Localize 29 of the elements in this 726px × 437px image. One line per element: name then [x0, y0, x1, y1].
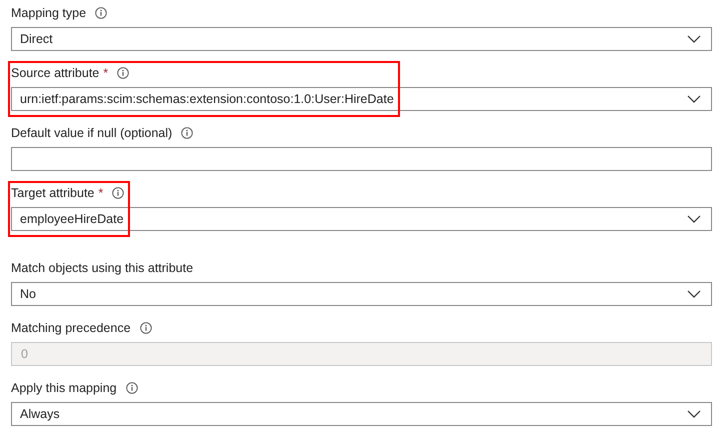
chevron-down-icon [687, 35, 701, 43]
field-label: Source attribute [11, 64, 100, 82]
selected-value: Direct [20, 30, 53, 48]
selected-value: employeeHireDate [20, 210, 124, 228]
text-field[interactable] [11, 147, 712, 171]
info-icon[interactable] [117, 67, 130, 79]
dropdown[interactable]: Direct [11, 27, 712, 51]
field-label: Default value if null (optional) [11, 124, 172, 142]
field-label: Mapping type [11, 4, 86, 22]
dropdown[interactable]: No [11, 282, 712, 306]
info-icon[interactable] [112, 187, 124, 199]
field-label: Target attribute [11, 184, 94, 202]
field-label: Matching precedence [11, 320, 131, 337]
chevron-down-icon [687, 290, 701, 298]
field-label: Apply this mapping [11, 380, 117, 397]
info-icon[interactable] [181, 127, 194, 139]
field-value: 0 [21, 346, 28, 361]
selected-value: urn:ietf:params:scim:schemas:extension:contoso:1.0:User:HireDate [20, 90, 394, 108]
chevron-down-icon [687, 410, 701, 418]
chevron-down-icon [687, 95, 701, 103]
selected-value: Always [20, 406, 60, 423]
selected-value: No [20, 286, 36, 303]
required-asterisk: * [103, 64, 108, 82]
chevron-down-icon [687, 215, 701, 223]
required-asterisk: * [98, 184, 104, 202]
info-icon[interactable] [95, 7, 108, 19]
field-label: Match objects using this attribute [11, 260, 194, 277]
dropdown[interactable]: Always [11, 402, 712, 426]
info-icon[interactable] [126, 382, 138, 394]
